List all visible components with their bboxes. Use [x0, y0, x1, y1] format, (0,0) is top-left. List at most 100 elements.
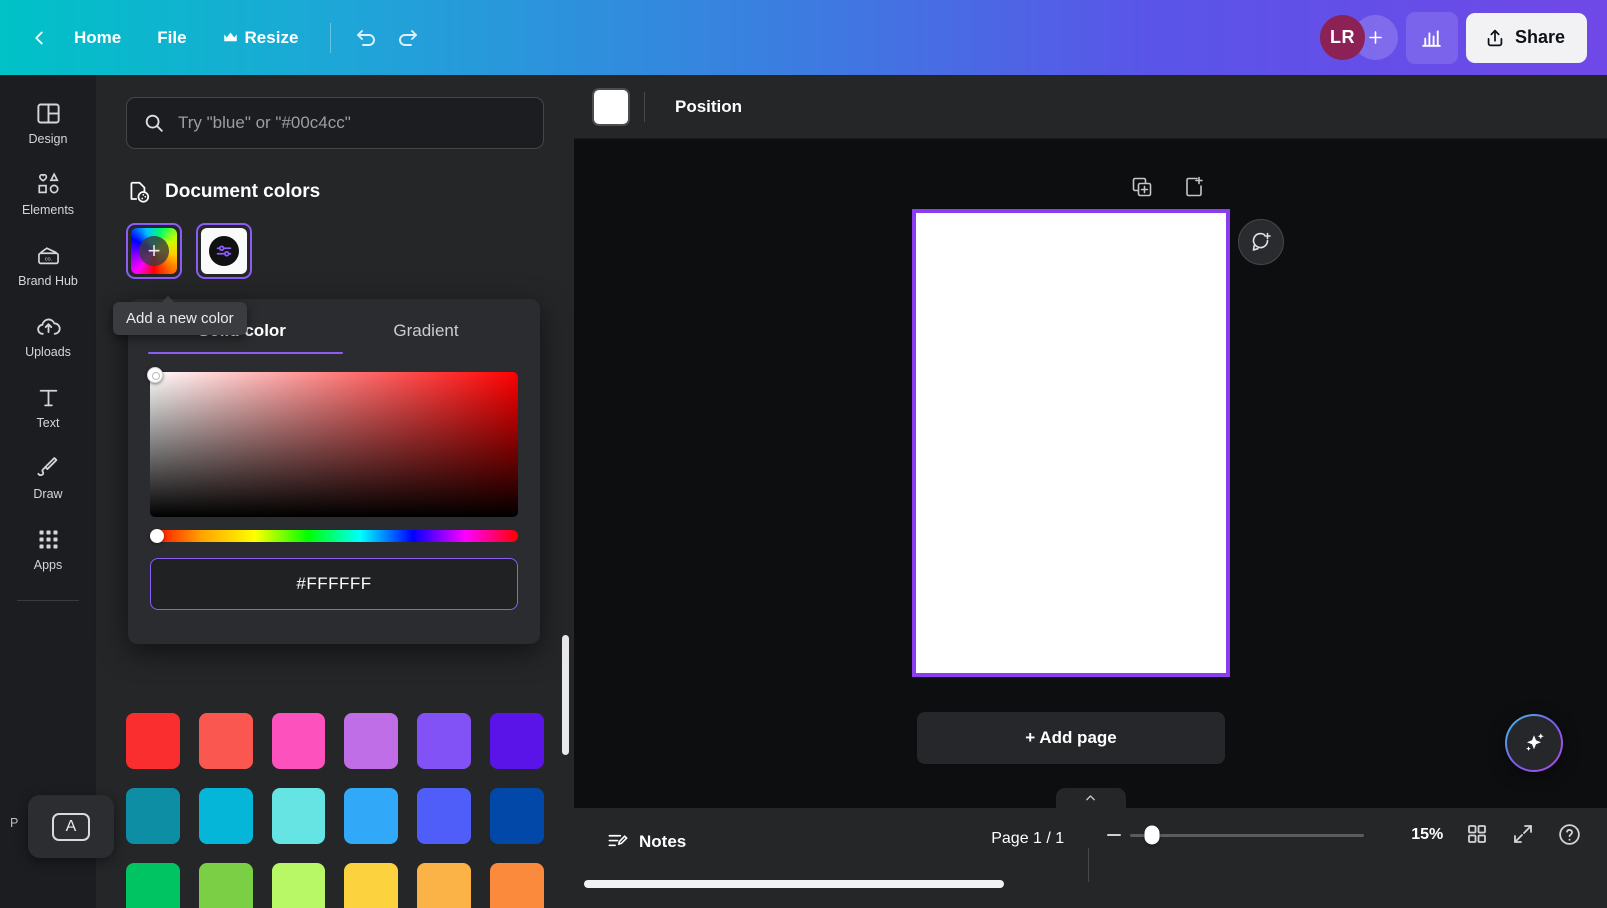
- document-colors-header: Document colors: [96, 149, 574, 205]
- search-input[interactable]: [178, 113, 527, 133]
- zoom-percentage[interactable]: 15%: [1411, 826, 1443, 844]
- panel-scrollbar-thumb[interactable]: [562, 635, 569, 755]
- rainbow-gradient: +: [131, 228, 177, 274]
- color-swatch[interactable]: [272, 713, 326, 769]
- insights-button[interactable]: [1406, 12, 1458, 64]
- color-swatch[interactable]: [272, 863, 326, 908]
- color-swatch[interactable]: [126, 863, 180, 908]
- upload-icon: [1484, 27, 1506, 49]
- tab-gradient[interactable]: Gradient: [334, 299, 518, 354]
- position-button[interactable]: Position: [661, 88, 756, 126]
- hue-slider[interactable]: [150, 530, 518, 542]
- search-section: [96, 75, 574, 149]
- zoom-controls: 15%: [1107, 826, 1443, 844]
- toolbar-divider: [330, 23, 331, 53]
- search-icon: [143, 112, 165, 134]
- color-swatch[interactable]: [490, 788, 544, 844]
- search-box[interactable]: [126, 97, 544, 149]
- shortcut-key-label: A: [52, 813, 90, 841]
- add-comment-icon: [1249, 230, 1273, 254]
- page-indicator[interactable]: Page 1 / 1: [979, 822, 1076, 856]
- hue-handle[interactable]: [150, 529, 164, 543]
- zoom-slider[interactable]: [1130, 834, 1364, 837]
- bar-chart-icon: [1419, 25, 1444, 50]
- back-button[interactable]: [22, 21, 56, 55]
- color-swatch[interactable]: [199, 863, 253, 908]
- color-swatch[interactable]: [490, 863, 544, 908]
- layout-icon: [35, 100, 62, 127]
- undo-button[interactable]: [345, 17, 387, 59]
- sidebar-item-brand-hub[interactable]: co. Brand Hub: [7, 231, 89, 296]
- saturation-handle[interactable]: [147, 367, 163, 383]
- color-swatch[interactable]: [126, 788, 180, 844]
- home-label: Home: [74, 28, 121, 48]
- color-swatch[interactable]: [417, 788, 471, 844]
- color-swatch[interactable]: [417, 863, 471, 908]
- add-page-button[interactable]: + Add page: [917, 712, 1225, 764]
- grid-apps-icon: [35, 526, 62, 553]
- color-swatch[interactable]: [272, 788, 326, 844]
- avatar[interactable]: LR: [1320, 15, 1365, 60]
- document-colors-swatches: +: [96, 205, 574, 279]
- color-swatch[interactable]: [199, 713, 253, 769]
- notes-button[interactable]: Notes: [594, 822, 698, 861]
- canvas-horizontal-scrollbar[interactable]: [574, 876, 1607, 894]
- zoom-out-button[interactable]: [1107, 834, 1121, 836]
- color-swatch[interactable]: [417, 713, 471, 769]
- zoom-slider-knob[interactable]: [1145, 826, 1160, 845]
- sidebar-item-draw[interactable]: Draw: [7, 444, 89, 509]
- share-label: Share: [1515, 27, 1565, 48]
- color-swatch[interactable]: [344, 863, 398, 908]
- color-swatch[interactable]: [344, 788, 398, 844]
- sidebar-label-apps: Apps: [34, 558, 63, 572]
- sliders-icon: [213, 240, 235, 262]
- file-menu-button[interactable]: File: [139, 20, 204, 56]
- text-icon: [35, 384, 62, 411]
- add-page-button-top[interactable]: [1182, 175, 1206, 199]
- cloud-upload-icon: [35, 313, 62, 340]
- swatch-row: [126, 788, 544, 844]
- horizontal-scroll-thumb[interactable]: [584, 880, 1004, 888]
- home-menu-button[interactable]: Home: [56, 20, 139, 56]
- canvas-area[interactable]: + Add page: [574, 139, 1607, 808]
- sidebar-item-design[interactable]: Design: [7, 89, 89, 154]
- duplicate-page-button[interactable]: [1130, 175, 1154, 199]
- color-mixer-swatch[interactable]: [196, 223, 252, 279]
- color-swatch[interactable]: [199, 788, 253, 844]
- sidebar-item-apps[interactable]: Apps: [7, 515, 89, 580]
- add-comment-button[interactable]: [1238, 219, 1284, 265]
- magic-assistant-button[interactable]: [1505, 714, 1563, 772]
- undo-icon: [354, 26, 378, 50]
- sidebar-item-elements[interactable]: Elements: [7, 160, 89, 225]
- sidebar-label-brand-hub: Brand Hub: [18, 274, 78, 288]
- color-swatch[interactable]: [490, 713, 544, 769]
- hex-input[interactable]: #FFFFFF: [150, 558, 518, 610]
- design-page[interactable]: [912, 209, 1230, 677]
- color-swatch[interactable]: [126, 713, 180, 769]
- share-button[interactable]: Share: [1466, 13, 1587, 63]
- collapse-bottom-panel-button[interactable]: [1056, 788, 1126, 808]
- add-new-color-swatch[interactable]: +: [126, 223, 182, 279]
- canva-editor-window: Home File Resize LR: [0, 0, 1607, 908]
- grid-view-button[interactable]: [1465, 822, 1489, 846]
- saturation-value-area[interactable]: [150, 372, 518, 517]
- color-picker-popup: Solid color Gradient #FFFFFF: [128, 299, 540, 644]
- sidebar-item-uploads[interactable]: Uploads: [7, 302, 89, 367]
- page-tools: [1130, 175, 1206, 199]
- sidebar-label-text: Text: [37, 416, 60, 430]
- left-rail: Design Elements co. Brand Hub Uploads Te…: [0, 75, 96, 908]
- notes-icon: [606, 830, 629, 853]
- selected-color-chip[interactable]: [592, 88, 630, 126]
- sidebar-label-uploads: Uploads: [25, 345, 71, 359]
- color-swatch[interactable]: [344, 713, 398, 769]
- sidebar-item-text[interactable]: Text: [7, 373, 89, 438]
- redo-button[interactable]: [387, 17, 429, 59]
- top-toolbar-left: Home File Resize: [0, 17, 429, 59]
- add-page-icon: [1182, 175, 1206, 199]
- rail-divider: [17, 600, 79, 601]
- resize-button[interactable]: Resize: [205, 20, 317, 56]
- fullscreen-button[interactable]: [1511, 822, 1535, 846]
- help-button[interactable]: [1557, 822, 1582, 847]
- swatch-row: [126, 863, 544, 908]
- shortcut-hint-button[interactable]: A: [28, 795, 114, 858]
